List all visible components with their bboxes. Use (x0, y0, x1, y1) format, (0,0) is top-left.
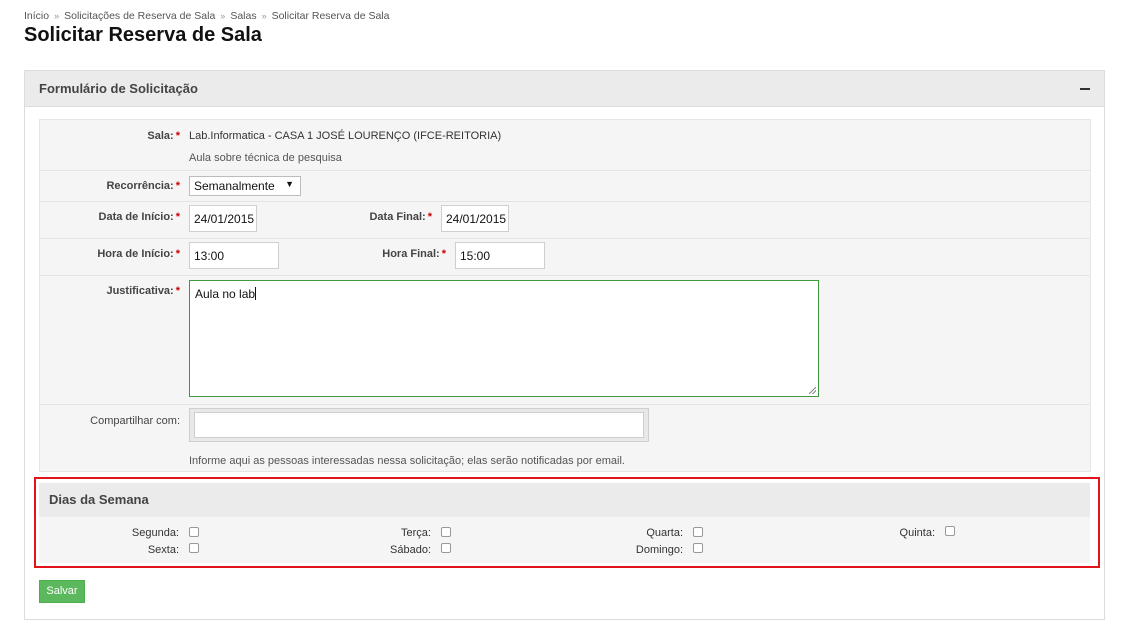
resize-handle-icon[interactable] (809, 387, 816, 394)
form-box: Sala: * Lab.Informatica - CASA 1 JOSÉ LOU… (39, 119, 1091, 472)
sala-description: Aula sobre técnica de pesquisa (189, 152, 342, 164)
chevron-down-icon: ▼ (285, 179, 294, 189)
recorrencia-label: Recorrência: * (106, 180, 180, 192)
breadcrumb-item-solicitacoes[interactable]: Solicitações de Reserva de Sala (64, 10, 215, 22)
breadcrumb-item-inicio[interactable]: Início (24, 10, 49, 22)
breadcrumb-separator: » (220, 11, 226, 21)
justificativa-textarea[interactable]: Aula no lab (189, 280, 819, 397)
hora-inicio-label: Hora de Início: * (97, 248, 180, 260)
breadcrumb-separator: » (261, 11, 267, 21)
recorrencia-select[interactable]: Semanalmente ▼ (189, 176, 301, 196)
breadcrumb-separator: » (54, 11, 60, 21)
compartilhar-field (189, 408, 649, 442)
hora-inicio-input[interactable]: 13:00 (189, 242, 279, 269)
panel-header: Formulário de Solicitação (25, 71, 1104, 107)
hora-final-input[interactable]: 15:00 (455, 242, 545, 269)
compartilhar-help: Informe aqui as pessoas interessadas nes… (189, 455, 625, 467)
minus-icon[interactable] (1080, 88, 1090, 90)
data-final-label: Data Final: * (369, 211, 432, 223)
compartilhar-input[interactable] (194, 412, 644, 438)
breadcrumb: Início » Solicitações de Reserva de Sala » S… (24, 10, 389, 22)
breadcrumb-item-salas[interactable]: Salas (230, 10, 256, 22)
data-inicio-label: Data de Início: * (98, 211, 180, 223)
sala-label: Sala: * (147, 130, 180, 142)
highlight-box (34, 477, 1100, 568)
panel-title: Formulário de Solicitação (39, 81, 198, 96)
justificativa-label: Justificativa: * (106, 285, 180, 297)
breadcrumb-item-current: Solicitar Reserva de Sala (271, 10, 390, 22)
compartilhar-label: Compartilhar com: (90, 415, 180, 427)
page-title: Solicitar Reserva de Sala (24, 24, 262, 46)
data-inicio-input[interactable]: 24/01/2015 (189, 205, 257, 232)
data-final-input[interactable]: 24/01/2015 (441, 205, 509, 232)
save-button[interactable]: Salvar (39, 580, 85, 603)
sala-value: Lab.Informatica - CASA 1 JOSÉ LOURENÇO (… (189, 130, 502, 142)
hora-final-label: Hora Final: * (382, 248, 446, 260)
